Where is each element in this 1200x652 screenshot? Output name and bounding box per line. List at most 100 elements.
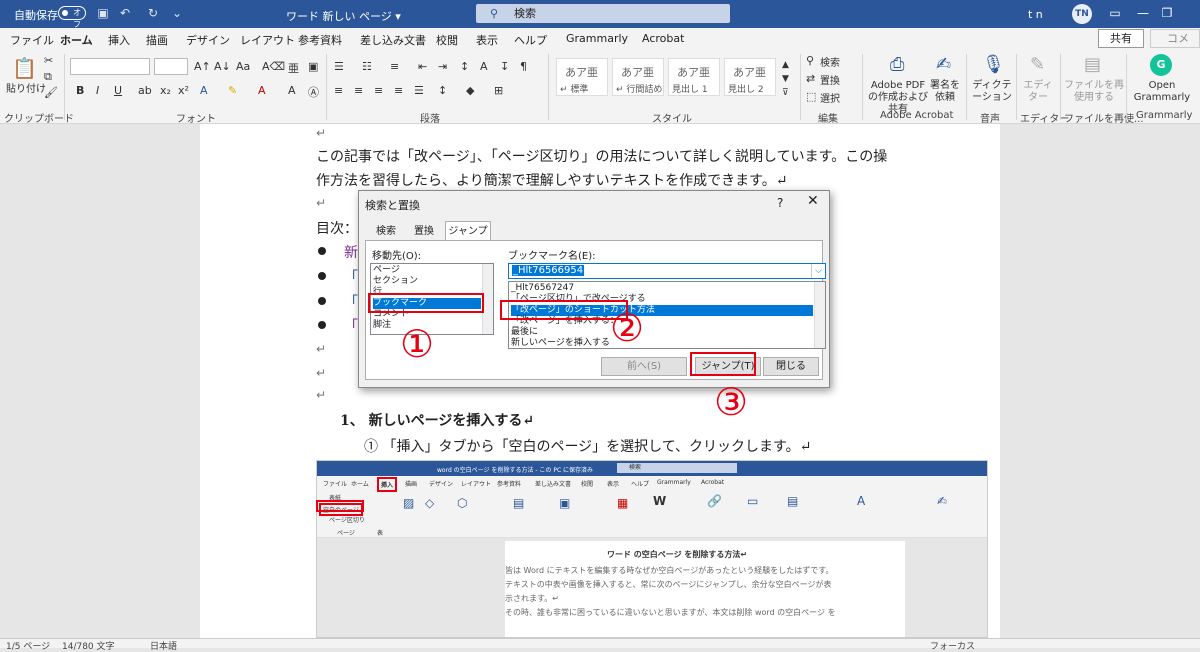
language-status[interactable]: 日本語 (150, 639, 177, 652)
change-case-icon[interactable]: Aa (236, 60, 250, 73)
toc-link[interactable]: 「 (344, 316, 358, 336)
decrease-indent-icon[interactable]: ⇤ (418, 60, 427, 73)
tab-design[interactable]: デザイン (186, 32, 230, 48)
paste-button[interactable]: 貼り付け (6, 80, 46, 95)
tab-replace[interactable]: 置換 (407, 221, 441, 241)
bookmark-item[interactable]: 新しいページを挿入する (511, 338, 813, 348)
paste-icon[interactable]: 📋 (12, 56, 37, 80)
superscript-icon[interactable]: x² (178, 84, 189, 97)
toc-link[interactable]: 「 (344, 267, 358, 287)
clear-format-icon[interactable]: A⌫ (262, 60, 285, 73)
reuse-file-button[interactable]: ファイルを再使用する (1064, 80, 1124, 104)
tab-draw[interactable]: 描画 (146, 32, 168, 48)
highlight-icon[interactable]: ✎ (228, 84, 237, 97)
text-effects-icon[interactable]: A (200, 84, 208, 97)
justify-icon[interactable]: ≡ (394, 84, 403, 97)
comment-button[interactable]: コメント (1150, 29, 1200, 62)
show-marks-icon[interactable]: ¶ (520, 60, 527, 73)
tab-file[interactable]: ファイル (10, 32, 54, 48)
close-button[interactable]: 閉じる (763, 357, 819, 376)
sort-icon[interactable]: ↕ (460, 60, 469, 73)
close-icon[interactable]: ✕ (807, 193, 819, 209)
char-border-icon[interactable]: Ⓐ (308, 84, 319, 100)
char-shading-icon[interactable]: A (288, 84, 296, 97)
goto-item[interactable]: セクション (373, 276, 481, 287)
save-icon[interactable]: ▣ (96, 6, 110, 20)
focus-button[interactable]: フォーカス (930, 639, 975, 652)
dictate-button[interactable]: ディクテーション (970, 80, 1014, 104)
tab-find[interactable]: 検索 (369, 221, 403, 241)
cut-icon[interactable]: ✂ (44, 54, 53, 67)
shrink-font-icon[interactable]: A↓ (214, 60, 231, 73)
bullets-icon[interactable]: ☰ (334, 60, 344, 73)
styles-more-icon[interactable]: ⊽ (782, 88, 789, 98)
grow-font-icon[interactable]: A↑ (194, 60, 211, 73)
sort-az-icon[interactable]: ↧ (500, 60, 509, 73)
italic-icon[interactable]: I (96, 84, 99, 97)
tab-view[interactable]: 表示 (476, 32, 498, 48)
style-normal[interactable]: あア亜 ↵ 標準 (556, 58, 608, 96)
bookmark-item[interactable]: _Hlt76567247 (511, 283, 813, 294)
previous-button[interactable]: 前へ(S) (601, 357, 687, 376)
align-center-icon[interactable]: ≡ (354, 84, 363, 97)
styles-scroll-down-icon[interactable]: ▼ (782, 74, 789, 84)
minimize-icon[interactable]: — (1134, 5, 1152, 21)
borders-icon[interactable]: ⊞ (494, 84, 503, 97)
autosave-toggle[interactable]: オフ (58, 6, 86, 29)
bookmark-item[interactable]: 最後に (511, 327, 813, 338)
find-button[interactable]: 検索 (820, 54, 840, 69)
customize-qat-icon[interactable]: ⌄ (170, 6, 184, 20)
replace-button[interactable]: 置換 (820, 72, 840, 87)
enclose-char-icon[interactable]: ▣ (308, 60, 318, 73)
document-title[interactable]: ワード 新しい ページ ▾ (286, 8, 401, 24)
share-button[interactable]: 共有 (1098, 29, 1144, 48)
distribute-icon[interactable]: ☰ (414, 84, 424, 97)
tab-grammarly[interactable]: Grammarly (566, 32, 628, 45)
select-button[interactable]: 選択 (820, 90, 840, 105)
search-box[interactable]: ⚲ 検索 (476, 4, 730, 23)
chevron-down-icon[interactable]: ⌵ (811, 264, 825, 278)
format-painter-icon[interactable]: 🖌 (44, 86, 58, 99)
tab-mailings[interactable]: 差し込み文書 (360, 32, 426, 48)
asian-layout-icon[interactable]: A (480, 60, 488, 73)
toc-link[interactable]: 「 (344, 292, 358, 312)
style-no-spacing[interactable]: あア亜 ↵ 行間詰め (612, 58, 664, 96)
underline-icon[interactable]: U (114, 84, 122, 97)
editor-button[interactable]: エディター (1020, 80, 1056, 104)
toc-link[interactable]: 新 (344, 242, 358, 262)
align-right-icon[interactable]: ≡ (374, 84, 383, 97)
align-left-icon[interactable]: ≡ (334, 84, 343, 97)
request-sign-button[interactable]: 署名を依頼 (930, 80, 960, 104)
bookmark-combo[interactable]: _Hlt76566954 ⌵ (508, 263, 826, 279)
tab-home[interactable]: ホーム (60, 32, 93, 52)
help-icon[interactable]: ? (777, 196, 783, 210)
font-size-input[interactable] (154, 58, 188, 75)
tab-acrobat[interactable]: Acrobat (642, 32, 684, 45)
open-grammarly-button[interactable]: Open Grammarly (1132, 80, 1192, 104)
tab-insert[interactable]: 挿入 (108, 32, 130, 48)
ribbon-display-icon[interactable]: ▭ (1106, 5, 1124, 21)
style-heading-2[interactable]: あア亜 見出し 2 (724, 58, 776, 96)
avatar[interactable]: TN (1072, 4, 1092, 24)
line-spacing-icon[interactable]: ↕ (438, 84, 447, 97)
phonetic-guide-icon[interactable]: 亜 (288, 60, 299, 76)
tab-review[interactable]: 校閲 (436, 32, 458, 48)
copy-icon[interactable]: ⧉ (44, 70, 52, 84)
bookmark-scrollbar[interactable] (814, 282, 825, 348)
styles-scroll-up-icon[interactable]: ▲ (782, 60, 789, 70)
undo-icon[interactable]: ↶ (118, 6, 132, 20)
goto-item[interactable]: ページ (373, 265, 481, 276)
multilevel-icon[interactable]: ≡ (390, 60, 399, 73)
redo-icon[interactable]: ↻ (146, 6, 160, 20)
strikethrough-icon[interactable]: ab (138, 84, 152, 97)
tab-references[interactable]: 参考資料 (298, 32, 342, 48)
numbering-icon[interactable]: ☷ (362, 60, 372, 73)
page-count[interactable]: 1/5 ページ (6, 639, 50, 652)
bold-icon[interactable]: B (76, 84, 84, 97)
restore-icon[interactable]: ❐ (1158, 5, 1176, 21)
tab-layout[interactable]: レイアウト (240, 32, 295, 48)
increase-indent-icon[interactable]: ⇥ (438, 60, 447, 73)
style-heading-1[interactable]: あア亜 見出し 1 (668, 58, 720, 96)
word-count[interactable]: 14/780 文字 (62, 639, 115, 652)
shading-icon[interactable]: ◆ (466, 84, 474, 97)
